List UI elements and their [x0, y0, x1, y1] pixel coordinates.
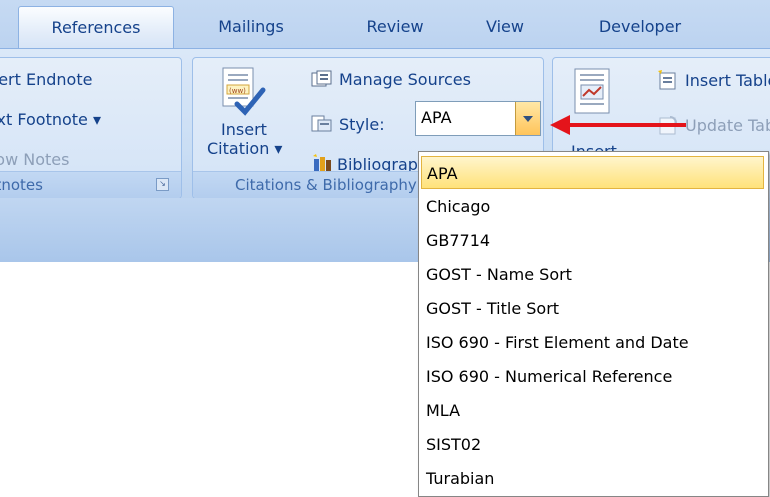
insert-citation-icon: (ww): [219, 66, 267, 118]
style-option-gb7714[interactable]: GB7714: [421, 224, 764, 257]
insert-endnote-button[interactable]: Insert Endnote: [0, 70, 181, 89]
insert-table-of-figures-label: Insert Table of Figures: [685, 71, 770, 90]
style-option-gost-name-sort[interactable]: GOST - Name Sort: [421, 258, 764, 291]
insert-endnote-label: Insert Endnote: [0, 70, 93, 89]
tab-developer[interactable]: Developer: [585, 6, 695, 48]
next-footnote-label: Next Footnote ▾: [0, 110, 102, 129]
tab-references[interactable]: References: [18, 6, 174, 51]
insert-table-of-figures-icon: [657, 70, 679, 90]
footnotes-group-label: Footnotes: [0, 171, 181, 198]
style-label: Style:: [339, 115, 385, 134]
insert-citation-label-2: Citation ▾: [207, 139, 283, 158]
chevron-down-icon[interactable]: [515, 102, 540, 135]
style-option-apa[interactable]: APA: [421, 156, 764, 189]
tab-view[interactable]: View: [470, 6, 540, 48]
update-table-label: Update Table: [685, 116, 770, 135]
manage-sources-icon: [311, 70, 333, 88]
svg-text:(ww): (ww): [229, 87, 246, 95]
manage-sources-button[interactable]: Manage Sources: [311, 70, 471, 89]
tab-mailings[interactable]: Mailings: [196, 6, 306, 48]
footnotes-group: Insert Endnote Next Footnote ▾ Show Note…: [0, 57, 182, 199]
style-label-group: Style:: [311, 115, 385, 134]
insert-table-of-figures-button[interactable]: Insert Table of Figures: [657, 70, 770, 90]
style-option-iso690-first-element[interactable]: ISO 690 - First Element and Date: [421, 326, 764, 359]
style-dropdown-list: APA Chicago GB7714 GOST - Name Sort GOST…: [418, 151, 769, 497]
style-combobox-value: APA: [421, 108, 452, 127]
style-combobox[interactable]: APA: [415, 101, 541, 136]
footnotes-dialog-launcher-icon[interactable]: ↘: [156, 178, 169, 191]
style-icon: [311, 115, 333, 133]
show-notes-button[interactable]: Show Notes: [0, 150, 181, 169]
red-arrow-line: [568, 123, 686, 127]
manage-sources-label: Manage Sources: [339, 70, 471, 89]
show-notes-label: Show Notes: [0, 150, 70, 169]
next-footnote-button[interactable]: Next Footnote ▾: [0, 110, 181, 129]
tab-review[interactable]: Review: [350, 6, 440, 48]
ribbon-tab-strip: References Mailings Review View Develope…: [0, 0, 770, 51]
style-option-mla[interactable]: MLA: [421, 394, 764, 427]
style-option-gost-title-sort[interactable]: GOST - Title Sort: [421, 292, 764, 325]
red-arrow-head-icon: [550, 115, 570, 135]
style-option-turabian[interactable]: Turabian: [421, 462, 764, 495]
style-option-sist02[interactable]: SIST02: [421, 428, 764, 461]
insert-citation-label-1: Insert: [221, 120, 267, 139]
insert-citation-button[interactable]: Insert Citation ▾: [207, 120, 283, 158]
style-option-iso690-numerical[interactable]: ISO 690 - Numerical Reference: [421, 360, 764, 393]
style-option-chicago[interactable]: Chicago: [421, 190, 764, 223]
insert-caption-icon: [573, 68, 613, 118]
